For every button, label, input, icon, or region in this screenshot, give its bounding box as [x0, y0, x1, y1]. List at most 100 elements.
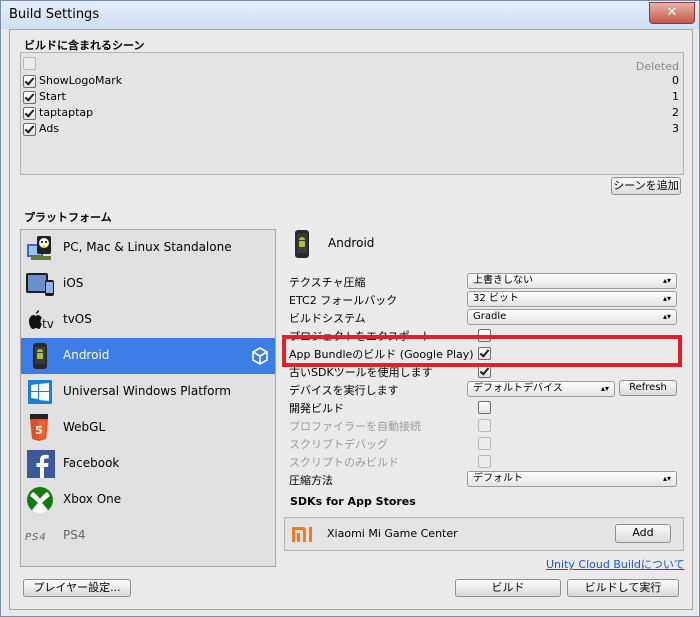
platform-item-ps4[interactable]: PS4 PS4 — [21, 518, 275, 554]
scene-name: ShowLogoMark — [39, 74, 123, 87]
setting-script-debugging: スクリプトデバッグ — [289, 434, 681, 452]
setting-etc2-fallback: ETC2 フォールバック 32 ビット ▴▾ — [289, 290, 681, 308]
platform-label: PS4 — [63, 528, 86, 542]
setting-label: ETC2 フォールバック — [289, 294, 398, 307]
platform-header-title: Android — [328, 236, 375, 250]
sdk-name: Xiaomi Mi Game Center — [327, 527, 458, 540]
scenes-header-row: Deleted — [23, 55, 681, 73]
unity-logo-icon — [252, 347, 268, 365]
android-phone-icon — [33, 343, 47, 369]
platform-item-uwp[interactable]: Universal Windows Platform — [21, 374, 275, 410]
platform-list: PC, Mac & Linux Standalone iOS tv tvOS A… — [20, 229, 276, 567]
setting-label: 開発ビルド — [289, 402, 344, 415]
scenes-in-build-list: Deleted ShowLogoMark 0 Start 1 taptaptap… — [20, 52, 684, 175]
etc2-fallback-dropdown[interactable]: 32 ビット ▴▾ — [467, 291, 677, 307]
platform-label: iOS — [63, 276, 84, 290]
setting-label: スクリプトデバッグ — [289, 438, 388, 451]
dropdown-arrow-icon: ▴▾ — [662, 276, 671, 285]
build-and-run-button[interactable]: ビルドして実行 — [567, 579, 679, 597]
setting-label: デバイスを実行します — [289, 384, 399, 397]
setting-label: スクリプトのみビルド — [289, 456, 399, 469]
scene-checkbox[interactable] — [23, 75, 36, 88]
android-header-icon — [295, 230, 309, 258]
autoconnect-profiler-checkbox — [478, 419, 491, 432]
player-settings-button[interactable]: プレイヤー設定... — [23, 579, 131, 597]
setting-texture-compression: テクスチャ圧縮 上書きしない ▴▾ — [289, 272, 681, 290]
scripts-only-build-checkbox — [478, 455, 491, 468]
scene-row[interactable]: Start 1 — [23, 89, 681, 105]
scene-name: taptaptap — [39, 106, 94, 119]
apple-tv-icon: tv — [29, 310, 54, 331]
setting-autoconnect-profiler: プロファイラーを自動接続 — [289, 416, 681, 434]
setting-label: 圧縮方法 — [289, 474, 333, 487]
dropdown-value: デフォルトデバイス — [473, 383, 563, 394]
script-debugging-checkbox — [478, 437, 491, 450]
scene-checkbox[interactable] — [23, 107, 36, 120]
add-open-scenes-button[interactable]: シーンを追加 — [611, 177, 681, 195]
platform-item-xbox-one[interactable]: Xbox One — [21, 482, 275, 518]
xbox-icon — [27, 487, 53, 513]
development-build-checkbox[interactable] — [478, 401, 491, 414]
texture-compression-dropdown[interactable]: 上書きしない ▴▾ — [467, 273, 677, 289]
platform-label: Android — [63, 348, 110, 362]
scene-row[interactable]: ShowLogoMark 0 — [23, 73, 681, 89]
platform-item-tvos[interactable]: tv tvOS — [21, 302, 275, 338]
ps4-icon: PS4 — [25, 532, 46, 543]
run-device-dropdown[interactable]: デフォルトデバイス ▴▾ — [467, 381, 615, 397]
scene-row[interactable]: Ads 3 — [23, 121, 681, 137]
title-bar: Build Settings ✕ — [1, 1, 699, 29]
dropdown-value: 上書きしない — [473, 275, 533, 286]
platform-item-webgl[interactable]: 5 WebGL — [21, 410, 275, 446]
svg-text:5: 5 — [35, 424, 43, 437]
dropdown-value: デフォルト — [473, 473, 523, 484]
scene-name: Start — [39, 90, 66, 103]
setting-label: プロファイラーを自動接続 — [289, 420, 421, 433]
unity-cloud-build-link[interactable]: Unity Cloud Buildについて — [546, 556, 685, 572]
platform-section-label: プラットフォーム — [24, 211, 112, 224]
platform-item-facebook[interactable]: Facebook — [21, 446, 275, 482]
scene-index: 1 — [672, 90, 679, 103]
sdk-list: Xiaomi Mi Game Center Add — [284, 517, 684, 551]
platform-label: WebGL — [63, 420, 106, 434]
scene-row[interactable]: taptaptap 2 — [23, 105, 681, 121]
compression-method-dropdown[interactable]: デフォルト ▴▾ — [467, 471, 677, 487]
dropdown-value: Gradle — [473, 311, 507, 322]
deleted-column-label: Deleted — [635, 60, 679, 73]
setting-compression-method: 圧縮方法 デフォルト ▴▾ — [289, 470, 681, 488]
ios-device-icon — [26, 273, 54, 296]
scene-index: 0 — [672, 74, 679, 87]
dropdown-arrow-icon: ▴▾ — [662, 474, 671, 483]
pc-mac-linux-icon — [27, 236, 51, 260]
dropdown-arrow-icon: ▴▾ — [600, 384, 609, 393]
xiaomi-mi-icon — [292, 527, 312, 542]
platform-label: Facebook — [63, 456, 120, 470]
refresh-devices-button[interactable]: Refresh — [619, 380, 677, 396]
close-button[interactable]: ✕ — [649, 2, 695, 24]
platform-item-android[interactable]: Android — [21, 338, 275, 374]
facebook-icon — [27, 450, 55, 478]
build-system-dropdown[interactable]: Gradle ▴▾ — [467, 309, 677, 325]
html5-icon: 5 — [30, 414, 48, 441]
windows-icon — [28, 380, 52, 404]
platform-item-ios[interactable]: iOS — [21, 266, 275, 302]
select-all-scenes-checkbox[interactable] — [23, 57, 36, 70]
dropdown-arrow-icon: ▴▾ — [662, 312, 671, 321]
setting-development-build: 開発ビルド — [289, 398, 681, 416]
platform-label: Universal Windows Platform — [63, 384, 231, 398]
platform-item-standalone[interactable]: PC, Mac & Linux Standalone — [21, 230, 275, 266]
platform-label: tvOS — [63, 312, 92, 326]
setting-run-device: デバイスを実行します デフォルトデバイス ▴▾ Refresh — [289, 380, 681, 398]
scene-index: 2 — [672, 106, 679, 119]
scenes-section-label: ビルドに含まれるシーン — [24, 39, 145, 52]
scene-checkbox[interactable] — [23, 123, 36, 136]
setting-build-system: ビルドシステム Gradle ▴▾ — [289, 308, 681, 326]
build-button[interactable]: ビルド — [455, 579, 561, 597]
setting-label: テクスチャ圧縮 — [289, 276, 366, 289]
add-sdk-button[interactable]: Add — [615, 524, 671, 543]
scene-checkbox[interactable] — [23, 91, 36, 104]
scene-name: Ads — [39, 122, 60, 135]
build-settings-window: Build Settings ✕ ビルドに含まれるシーン Deleted Sho… — [0, 0, 700, 617]
window-title: Build Settings — [9, 7, 100, 22]
annotation-highlight-box — [282, 335, 682, 367]
platform-label: Xbox One — [63, 492, 122, 506]
